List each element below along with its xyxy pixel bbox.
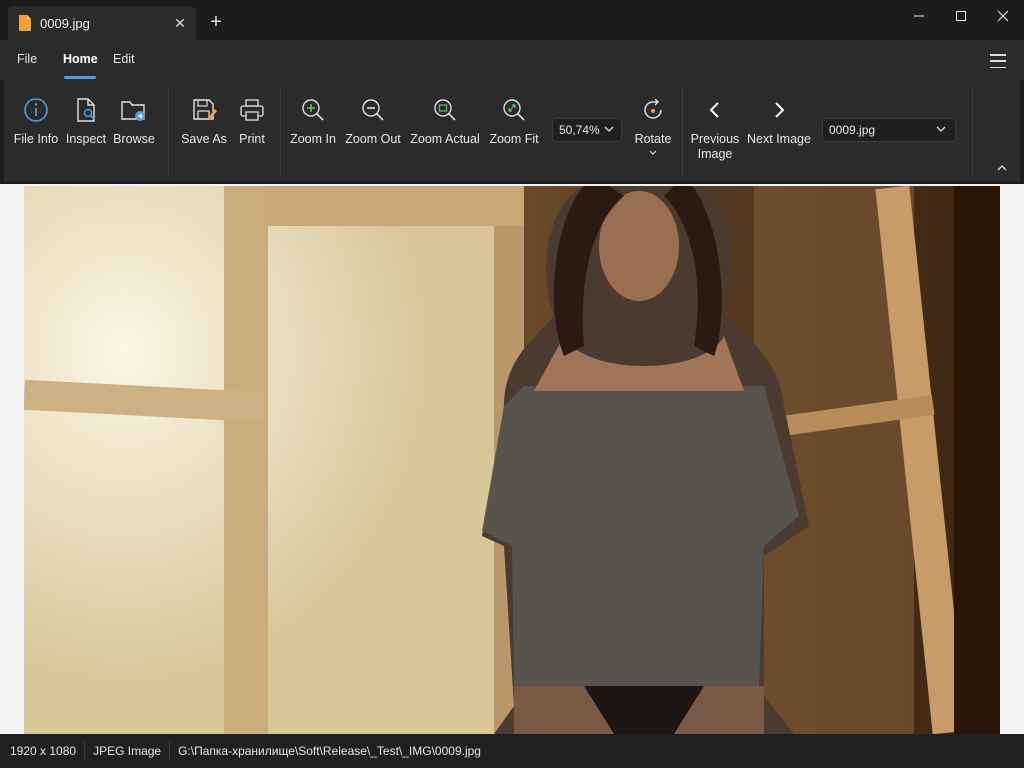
minimize-button[interactable] <box>898 0 940 32</box>
maximize-button[interactable] <box>940 0 982 32</box>
zoom-in-label: Zoom In <box>290 132 336 146</box>
zoom-fit-button[interactable]: Zoom Fit <box>486 88 542 172</box>
chevron-right-icon <box>763 94 795 126</box>
zoom-actual-icon <box>429 94 461 126</box>
ribbon-separator <box>682 86 683 178</box>
rotate-button[interactable]: Rotate <box>630 88 676 172</box>
hamburger-menu-icon[interactable] <box>984 52 1012 70</box>
chevron-left-icon <box>699 94 731 126</box>
menu-file[interactable]: File <box>17 52 37 66</box>
info-icon <box>20 94 52 126</box>
menu-home[interactable]: Home <box>63 52 98 66</box>
previous-image-button[interactable]: Previous Image <box>690 88 740 172</box>
menu-edit[interactable]: Edit <box>113 52 135 66</box>
zoom-fit-icon <box>498 94 530 126</box>
zoom-out-label: Zoom Out <box>345 132 401 146</box>
image-viewport[interactable] <box>0 184 1024 734</box>
rotate-icon <box>637 94 669 126</box>
photo-illustration <box>24 186 1000 734</box>
chevron-down-icon <box>604 126 614 132</box>
ribbon-separator <box>972 86 973 178</box>
zoom-actual-button[interactable]: Zoom Actual <box>408 88 482 172</box>
browse-button[interactable]: Browse <box>112 88 156 172</box>
inspect-icon <box>70 94 102 126</box>
active-tab-indicator <box>64 76 96 79</box>
maximize-icon <box>956 11 966 21</box>
status-bar: 1920 x 1080 JPEG Image G:\Папка-хранилищ… <box>0 734 1024 768</box>
document-tab[interactable]: 0009.jpg ✕ <box>8 6 196 40</box>
print-button[interactable]: Print <box>232 88 272 172</box>
file-type: JPEG Image <box>85 742 171 760</box>
save-icon <box>188 94 220 126</box>
save-as-label: Save As <box>181 132 227 146</box>
previous-image-label: Previous Image <box>690 132 740 161</box>
print-label: Print <box>239 132 265 146</box>
chevron-up-icon <box>997 165 1007 171</box>
zoom-level-value: 50,74% <box>559 123 600 137</box>
zoom-out-icon <box>357 94 389 126</box>
image-dimensions: 1920 x 1080 <box>0 742 86 760</box>
zoom-out-button[interactable]: Zoom Out <box>342 88 404 172</box>
next-image-button[interactable]: Next Image <box>746 88 812 172</box>
close-tab-icon[interactable]: ✕ <box>166 9 194 37</box>
ribbon-separator <box>168 86 169 178</box>
zoom-actual-label: Zoom Actual <box>410 132 480 146</box>
zoom-in-icon <box>297 94 329 126</box>
next-image-label: Next Image <box>747 132 811 146</box>
ribbon-toolbar: File Info Inspect Browse Save As Print Z… <box>4 80 1020 182</box>
title-bar: 0009.jpg ✕ + <box>0 0 1024 40</box>
minimize-icon <box>914 15 924 17</box>
displayed-photo <box>24 186 1000 734</box>
rotate-label: Rotate <box>634 132 672 146</box>
save-as-button[interactable]: Save As <box>180 88 228 172</box>
current-file-value: 0009.jpg <box>829 123 876 137</box>
ribbon-separator <box>280 86 281 178</box>
folder-browse-icon <box>118 94 150 126</box>
collapse-ribbon-button[interactable] <box>992 160 1012 176</box>
file-dropdown[interactable]: 0009.jpg <box>822 118 956 142</box>
inspect-button[interactable]: Inspect <box>64 88 108 172</box>
zoom-level-dropdown[interactable]: 50,74% <box>552 118 622 142</box>
inspect-label: Inspect <box>65 132 107 146</box>
file-info-button[interactable]: File Info <box>12 88 60 172</box>
zoom-fit-label: Zoom Fit <box>489 132 539 146</box>
tab-title: 0009.jpg <box>40 15 90 31</box>
file-info-label: File Info <box>13 132 59 146</box>
file-path: G:\Папка-хранилище\Soft\Release\_Test\_I… <box>178 744 481 758</box>
close-icon <box>997 10 1009 22</box>
chevron-down-icon <box>936 126 946 132</box>
printer-icon <box>236 94 268 126</box>
menu-bar: File Home Edit <box>0 40 1024 80</box>
zoom-in-button[interactable]: Zoom In <box>288 88 338 172</box>
browse-label: Browse <box>113 132 155 146</box>
chevron-down-icon <box>649 150 657 155</box>
close-window-button[interactable] <box>982 0 1024 32</box>
new-tab-button[interactable]: + <box>202 8 230 36</box>
file-icon <box>19 15 31 31</box>
